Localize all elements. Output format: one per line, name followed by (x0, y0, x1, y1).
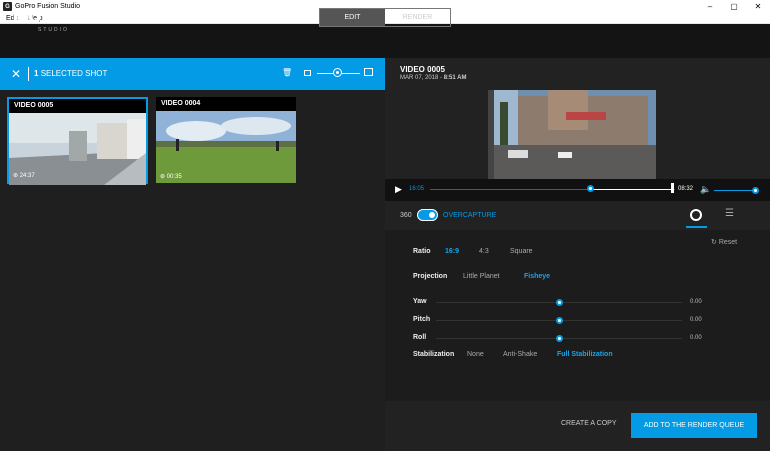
roll-value: 0.00 (690, 335, 702, 341)
selected-count-label: 1 SELECTED SHOT (34, 69, 107, 78)
video-preview[interactable] (488, 90, 656, 179)
reset-label: Reset (718, 239, 738, 246)
ratio-option-16-9[interactable]: 16:9 (445, 248, 459, 255)
trim-start-handle[interactable] (587, 185, 594, 192)
maximize-icon[interactable]: ▢ (722, 0, 746, 13)
fusion-logo-sub: STUDIO (38, 27, 69, 33)
fusion-logo: FUSION (12, 5, 106, 27)
360-badge-icon: ⊛ (13, 173, 19, 179)
thumbnail-duration: ⊛ 00:35 (160, 173, 182, 180)
end-time: 08:32 (678, 186, 694, 192)
selection-toolbar: ✕ 1 SELECTED SHOT 🗑 (0, 58, 385, 90)
roll-knob[interactable] (556, 335, 563, 342)
video-title: VIDEO 0005 (400, 65, 445, 74)
mode-overcapture-label: OVERCAPTURE (443, 212, 497, 219)
stabilization-option-full[interactable]: Full Stabilization (557, 351, 613, 358)
small-thumb-icon[interactable] (304, 70, 311, 76)
lens-tab-icon[interactable] (690, 209, 702, 221)
create-copy-button[interactable]: CREATE A COPY (561, 420, 617, 427)
stabilization-option-anti-shake[interactable]: Anti-Shake (503, 351, 537, 358)
mode-tabs: EDIT RENDER (319, 8, 451, 27)
ratio-option-4-3[interactable]: 4:3 (479, 248, 489, 255)
video-time: 8:51 AM (443, 75, 467, 81)
stabilization-option-none[interactable]: None (467, 351, 484, 358)
reset-button[interactable]: ↻ Reset (711, 238, 737, 246)
roll-label: Roll (413, 334, 427, 341)
ratio-label: Ratio (413, 248, 431, 255)
projection-option-little-planet[interactable]: Little Planet (463, 273, 500, 280)
yaw-knob[interactable] (556, 299, 563, 306)
mode-360-label: 360 (400, 212, 412, 219)
thumb-size-knob[interactable] (334, 69, 341, 76)
projection-label: Projection (413, 273, 448, 280)
pitch-knob[interactable] (556, 317, 563, 324)
pitch-label: Pitch (413, 316, 431, 323)
video-date-text: MAR 07, 2018 - (400, 75, 443, 81)
media-thumbnail[interactable]: VIDEO 0004 ⊛ 00:35 (156, 97, 296, 183)
duration-text: 24:37 (19, 173, 35, 179)
close-window-icon[interactable]: ✕ (746, 0, 770, 13)
volume-knob[interactable] (752, 187, 759, 194)
adjustments-tab-icon[interactable]: ☰ (725, 208, 734, 219)
thumbnail-title: VIDEO 0004 (161, 100, 201, 107)
trim-end-handle[interactable] (671, 183, 674, 193)
minimize-icon[interactable]: – (698, 0, 722, 13)
player-controls (385, 179, 770, 201)
selected-shot-text: SELECTED SHOT (40, 69, 108, 78)
volume-icon[interactable]: 🔈 (700, 184, 711, 195)
yaw-value: 0.00 (690, 299, 702, 305)
toggle-knob (429, 212, 435, 218)
volume-slider[interactable] (714, 190, 756, 191)
toolbar-divider (28, 67, 29, 81)
app-header (0, 24, 770, 58)
stabilization-label: Stabilization (413, 351, 455, 358)
add-to-render-queue-button[interactable]: ADD TO THE RENDER QUEUE (631, 413, 757, 438)
reset-icon: ↻ (711, 239, 717, 246)
video-date: MAR 07, 2018 - 8:51 AM (400, 75, 467, 81)
projection-option-fisheye[interactable]: Fisheye (524, 273, 550, 280)
close-selection-icon[interactable]: ✕ (11, 67, 21, 81)
pitch-value: 0.00 (690, 317, 702, 323)
ratio-option-square[interactable]: Square (510, 248, 533, 255)
trash-icon[interactable]: 🗑 (282, 68, 292, 77)
current-time: 16:05 (409, 186, 425, 192)
large-thumb-icon[interactable] (364, 68, 373, 76)
play-icon[interactable]: ▶ (395, 184, 402, 195)
overcapture-toggle[interactable] (417, 209, 438, 221)
thumbnail-duration: ⊛ 24:37 (13, 172, 35, 179)
timeline-selection (589, 189, 674, 190)
tab-render[interactable]: RENDER (385, 9, 450, 26)
tab-edit[interactable]: EDIT (320, 9, 385, 26)
360-badge-icon: ⊛ (160, 174, 166, 180)
overcapture-settings (385, 230, 770, 401)
window-controls: – ▢ ✕ (698, 0, 770, 13)
duration-text: 00:35 (166, 174, 182, 180)
media-thumbnail[interactable]: VIDEO 0005 ⊛ 24:37 (7, 97, 148, 185)
yaw-label: Yaw (413, 298, 427, 305)
active-tab-indicator (686, 226, 707, 228)
selected-count: 1 (34, 69, 39, 78)
thumbnail-title: VIDEO 0005 (14, 102, 54, 109)
app-icon: G (3, 2, 12, 11)
